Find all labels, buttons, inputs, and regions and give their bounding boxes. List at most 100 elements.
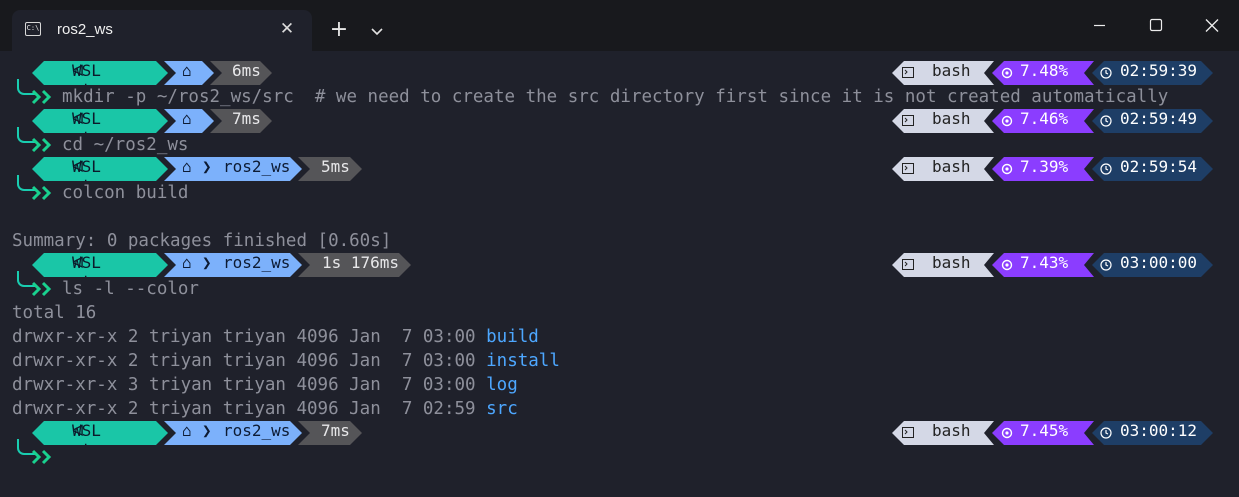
clock-segment: 02:59:54 xyxy=(1092,157,1213,181)
double-chevron-icon xyxy=(31,281,52,297)
clock-icon xyxy=(1100,259,1112,271)
file-meta: drwxr-xr-x 3 triyan triyan 4096 Jan 7 03… xyxy=(12,375,487,395)
output-line: Summary: 0 packages finished [0.60s] xyxy=(0,229,1239,253)
cpu-segment: 7.46% xyxy=(992,109,1094,133)
host-segment: WSL at ᐊ xyxy=(32,253,168,277)
path-segment: ⌂ ❯ ros2_ws xyxy=(164,421,302,445)
command-line: mkdir -p ~/ros2_ws/src # we need to crea… xyxy=(0,79,1239,109)
shell-segment: bash xyxy=(892,61,994,85)
console-icon xyxy=(902,259,914,270)
terminal-window: C:\ ros2_ws ✕ + WSL at ᐊ ⌂ 6ms bash 7.48… xyxy=(0,0,1239,497)
cpu-icon xyxy=(1001,259,1013,271)
linux-icon: ᐊ xyxy=(72,421,85,440)
home-icon: ⌂ xyxy=(182,61,192,80)
exec-time-segment: 7ms xyxy=(298,421,362,445)
command-text: cd ~/ros2_ws xyxy=(62,135,189,155)
command-line: ls -l --color xyxy=(0,271,1239,301)
file-meta: drwxr-xr-x 2 triyan triyan 4096 Jan 7 03… xyxy=(12,327,487,347)
shell-segment: bash xyxy=(892,109,994,133)
prompt-line: WSL at ᐊ ⌂ ❯ ros2_ws 5ms bash 7.39% 02:5… xyxy=(0,157,1239,181)
new-tab-button[interactable]: + xyxy=(325,17,353,45)
file-meta: drwxr-xr-x 2 triyan triyan 4096 Jan 7 03… xyxy=(12,351,487,371)
dir-name: log xyxy=(486,375,518,395)
cpu-icon xyxy=(1001,67,1013,79)
list-item: drwxr-xr-x 2 triyan triyan 4096 Jan 7 03… xyxy=(0,325,1239,349)
clock-segment: 02:59:49 xyxy=(1092,109,1213,133)
command-text: colcon build xyxy=(62,183,189,203)
clock-segment: 03:00:12 xyxy=(1092,421,1213,445)
double-chevron-icon xyxy=(31,89,52,105)
exec-time-segment: 5ms xyxy=(298,157,362,181)
dir-name: src xyxy=(486,399,518,419)
prompt-line: WSL at ᐊ ⌂ ❯ ros2_ws 1s 176ms bash 7.43%… xyxy=(0,253,1239,277)
tab-ros2-ws[interactable]: C:\ ros2_ws ✕ xyxy=(12,10,312,51)
terminal-icon: C:\ xyxy=(25,22,41,36)
clock-segment: 02:59:39 xyxy=(1092,61,1213,85)
linux-icon: ᐊ xyxy=(72,109,85,128)
exec-time-segment: 7ms xyxy=(210,109,272,133)
home-icon: ⌂ xyxy=(182,253,192,272)
close-window-button[interactable] xyxy=(1184,0,1239,51)
terminal-body[interactable]: WSL at ᐊ ⌂ 6ms bash 7.48% 02:59:39 mkdir… xyxy=(0,51,1239,497)
host-segment: WSL at ᐊ xyxy=(32,109,168,133)
path-separator: ❯ xyxy=(202,253,212,272)
cpu-segment: 7.39% xyxy=(992,157,1094,181)
dir-name: install xyxy=(486,351,560,371)
path-separator: ❯ xyxy=(202,421,212,440)
dir-name: build xyxy=(486,327,539,347)
home-icon: ⌂ xyxy=(182,109,192,128)
maximize-button[interactable] xyxy=(1128,0,1184,51)
clock-icon xyxy=(1100,67,1112,79)
path-segment: ⌂ xyxy=(164,61,214,85)
title-bar: C:\ ros2_ws ✕ + xyxy=(0,0,1239,51)
path-text: ros2_ws xyxy=(223,421,291,440)
command-text: ls -l --color xyxy=(62,279,199,299)
file-meta: drwxr-xr-x 2 triyan triyan 4096 Jan 7 02… xyxy=(12,399,487,419)
path-text: ros2_ws xyxy=(223,157,291,176)
double-chevron-icon xyxy=(31,449,52,465)
cpu-segment: 7.48% xyxy=(992,61,1094,85)
path-segment: ⌂ ❯ ros2_ws xyxy=(164,253,302,277)
console-icon xyxy=(902,67,914,78)
list-item: drwxr-xr-x 3 triyan triyan 4096 Jan 7 03… xyxy=(0,373,1239,397)
host-segment: WSL at ᐊ xyxy=(32,61,168,85)
console-icon xyxy=(902,163,914,174)
host-segment: WSL at ᐊ xyxy=(32,421,168,445)
path-separator: ❯ xyxy=(202,157,212,176)
double-chevron-icon xyxy=(31,185,52,201)
cpu-icon xyxy=(1001,427,1013,439)
cpu-icon xyxy=(1001,115,1013,127)
clock-icon xyxy=(1100,115,1112,127)
clock-icon xyxy=(1100,163,1112,175)
cpu-segment: 7.43% xyxy=(992,253,1094,277)
minimize-button[interactable] xyxy=(1072,0,1128,51)
prompt-line: WSL at ᐊ ⌂ 7ms bash 7.46% 02:59:49 xyxy=(0,109,1239,133)
console-icon xyxy=(902,427,914,438)
prompt-line: WSL at ᐊ ⌂ 6ms bash 7.48% 02:59:39 xyxy=(0,61,1239,85)
shell-segment: bash xyxy=(892,253,994,277)
close-tab-icon[interactable]: ✕ xyxy=(274,16,300,42)
linux-icon: ᐊ xyxy=(72,253,85,272)
command-line[interactable] xyxy=(0,439,1239,469)
prompt-line: WSL at ᐊ ⌂ ❯ ros2_ws 7ms bash 7.45% 03:0… xyxy=(0,421,1239,445)
path-segment: ⌂ xyxy=(164,109,214,133)
chevron-down-icon[interactable] xyxy=(365,18,389,44)
linux-icon: ᐊ xyxy=(72,61,85,80)
output-line: total 16 xyxy=(0,301,1239,325)
tab-title: ros2_ws xyxy=(57,21,113,38)
console-icon xyxy=(902,115,914,126)
list-item: drwxr-xr-x 2 triyan triyan 4096 Jan 7 02… xyxy=(0,397,1239,421)
command-line: colcon build xyxy=(0,175,1239,205)
double-chevron-icon xyxy=(31,137,52,153)
command-line: cd ~/ros2_ws xyxy=(0,127,1239,157)
clock-segment: 03:00:00 xyxy=(1092,253,1213,277)
cpu-segment: 7.45% xyxy=(992,421,1094,445)
list-item: drwxr-xr-x 2 triyan triyan 4096 Jan 7 03… xyxy=(0,349,1239,373)
path-segment: ⌂ ❯ ros2_ws xyxy=(164,157,302,181)
linux-icon: ᐊ xyxy=(72,157,85,176)
path-text: ros2_ws xyxy=(223,253,291,272)
clock-icon xyxy=(1100,427,1112,439)
host-segment: WSL at ᐊ xyxy=(32,157,168,181)
cpu-icon xyxy=(1001,163,1013,175)
home-icon: ⌂ xyxy=(182,421,192,440)
